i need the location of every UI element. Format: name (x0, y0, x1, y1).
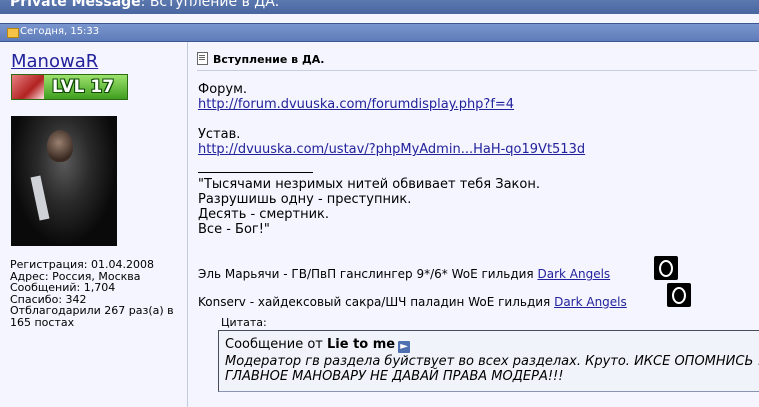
level-badge: LVL 17 (11, 74, 128, 100)
post-title: Вступление в ДА. (197, 52, 324, 66)
rules-label: Устав. (198, 127, 241, 142)
user-messages: Сообщений: 1,704 (10, 281, 116, 294)
quote-line: Модератор гв раздела буйствует во всех р… (225, 354, 759, 369)
quote-header: Сообщение от Lie to me ► (225, 337, 411, 353)
user-info-panel: ManowaR LVL 17 Регистрация: 01.04.2008 А… (1, 42, 188, 407)
guild-emblem-icon (667, 283, 691, 307)
rules-link[interactable]: http://dvuuska.com/ustav/?phpMyAdmin...H… (198, 142, 585, 157)
guild-link[interactable]: Dark Angels (554, 295, 627, 309)
signature-character-2: Konserv - хайдексовый сакра/ШЧ паладин W… (198, 295, 627, 309)
folder-icon (7, 28, 19, 38)
quote-line: ГЛАВНОЕ МАНОВАРУ НЕ ДАВАЙ ПРАВА МОДЕРА!!… (225, 369, 564, 384)
signature-character-1: Эль Марьячи - ГВ/ПвП ганслингер 9*/6* Wo… (198, 267, 611, 281)
quote-author: Lie to me (326, 337, 396, 352)
document-icon (197, 52, 208, 65)
forum-label: Форум. (198, 82, 248, 97)
page-title-bar: Private Message: Вступление в ДА. (0, 0, 759, 14)
avatar-gun (30, 175, 50, 221)
avatar (11, 116, 117, 246)
signature-quote-line: Разрушишь одну - преступник. (198, 192, 412, 207)
title-divider (197, 70, 757, 71)
level-badge-face-icon (12, 75, 44, 99)
user-stats: Регистрация: 01.04.2008 Адрес: Россия, М… (10, 259, 185, 328)
level-badge-label: LVL 17 (52, 77, 115, 97)
signature-divider (198, 172, 313, 173)
signature-quote-line: Десять - смертник. (198, 207, 330, 222)
username-link[interactable]: ManowaR (11, 51, 98, 72)
page-title: Private Message: Вступление в ДА. (10, 0, 280, 10)
signature-quote: "Тысячами незримых нитей обвивает тебя З… (198, 177, 540, 237)
signature-quote-line: "Тысячами незримых нитей обвивает тебя З… (198, 177, 540, 192)
avatar-figure (47, 130, 73, 162)
post-body: Форум. http://forum.dvuuska.com/forumdis… (198, 82, 585, 157)
user-thanked: Отблагодарили 267 раз(а) в 165 постах (10, 304, 174, 329)
arrow-right-icon[interactable]: ► (398, 341, 411, 353)
guild-link[interactable]: Dark Angels (537, 267, 610, 281)
user-registration: Регистрация: 01.04.2008 (10, 258, 154, 271)
guild-emblem-icon (654, 256, 678, 280)
post-date-bar: Сегодня, 15:33 (0, 23, 759, 42)
quote-box: Сообщение от Lie to me ► Модератор гв раз… (218, 330, 759, 392)
quote-text: Модератор гв раздела буйствует во всех р… (225, 354, 759, 384)
quote-label: Цитата: (221, 316, 267, 329)
post-content: Вступление в ДА. Форум. http://forum.dvu… (188, 42, 759, 407)
signature-quote-line: Все - Бог!" (198, 222, 270, 237)
post-date: Сегодня, 15:33 (20, 26, 100, 37)
forum-link[interactable]: http://forum.dvuuska.com/forumdisplay.ph… (198, 97, 514, 112)
